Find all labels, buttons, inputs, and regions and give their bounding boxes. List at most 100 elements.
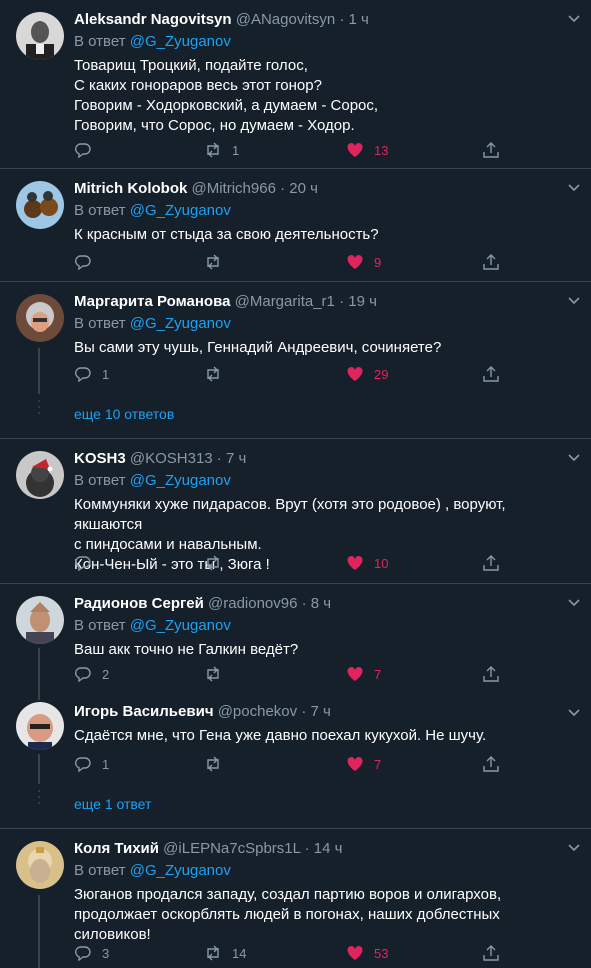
- timestamp[interactable]: · 7 ч: [301, 703, 331, 720]
- thread-dots: [38, 400, 41, 418]
- chevron-down-icon[interactable]: [567, 706, 581, 720]
- author-name[interactable]: Mitrich Kolobok: [74, 180, 187, 197]
- reply-button[interactable]: 1: [74, 364, 109, 384]
- chevron-down-icon[interactable]: [567, 596, 581, 610]
- reply-icon: [75, 367, 91, 383]
- heart-icon: [347, 143, 363, 157]
- author-handle[interactable]: @Mitrich966: [192, 180, 276, 197]
- like-button[interactable]: 29: [346, 364, 388, 384]
- timestamp[interactable]: · 20 ч: [280, 180, 318, 197]
- reply-button[interactable]: [74, 553, 102, 573]
- reply-button[interactable]: [74, 140, 102, 160]
- author-handle[interactable]: @ANagovitsyn: [236, 11, 335, 28]
- author-name[interactable]: Aleksandr Nagovitsyn: [74, 11, 232, 28]
- share-button[interactable]: [482, 364, 510, 384]
- retweet-button[interactable]: [204, 252, 232, 272]
- author-handle[interactable]: @iLEPNa7cSpbrs1L: [163, 840, 300, 857]
- author-name[interactable]: Игорь Васильевич: [74, 703, 214, 720]
- reply-count: 2: [102, 666, 110, 682]
- reply-button[interactable]: 1: [74, 754, 109, 774]
- retweet-button[interactable]: 1: [204, 140, 239, 160]
- tweet[interactable]: Коля Тихий @iLEPNa7cSpbrs1L · 14 ч В отв…: [0, 829, 591, 968]
- reply-icon: [75, 143, 91, 159]
- author-name[interactable]: Маргарита Романова: [74, 293, 230, 310]
- retweet-button[interactable]: [204, 754, 232, 774]
- share-button[interactable]: [482, 943, 510, 963]
- show-more-label[interactable]: еще 1 ответ: [74, 796, 151, 812]
- chevron-down-icon[interactable]: [567, 181, 581, 195]
- retweet-icon: [207, 142, 219, 158]
- share-button[interactable]: [482, 140, 510, 160]
- share-button[interactable]: [482, 553, 510, 573]
- like-button[interactable]: 13: [346, 140, 388, 160]
- reply-button[interactable]: [74, 252, 102, 272]
- share-icon: [483, 142, 499, 158]
- avatar[interactable]: [16, 181, 64, 229]
- share-icon: [483, 945, 499, 961]
- avatar[interactable]: [16, 841, 64, 889]
- retweet-button[interactable]: 14: [204, 943, 246, 963]
- thread-line: [38, 895, 40, 968]
- thread-dots: [38, 790, 41, 808]
- reply-icon: [75, 255, 91, 271]
- tweet[interactable]: Mitrich Kolobok @Mitrich966 · 20 ч В отв…: [0, 169, 591, 282]
- retweet-button[interactable]: [204, 364, 232, 384]
- chevron-down-icon[interactable]: [567, 451, 581, 465]
- retweet-icon: [207, 254, 219, 270]
- author-name[interactable]: KOSH3: [74, 450, 126, 467]
- reply-to-link[interactable]: @G_Zyuganov: [130, 315, 231, 332]
- timestamp[interactable]: · 8 ч: [302, 595, 332, 612]
- author-handle[interactable]: @pochekov: [218, 703, 297, 720]
- retweet-icon: [207, 366, 219, 382]
- author-handle[interactable]: @KOSH313: [130, 450, 213, 467]
- share-button[interactable]: [482, 754, 510, 774]
- heart-icon: [347, 367, 363, 381]
- author-name[interactable]: Коля Тихий: [74, 840, 159, 857]
- retweet-button[interactable]: [204, 664, 232, 684]
- like-button[interactable]: 7: [346, 754, 381, 774]
- timestamp[interactable]: · 14 ч: [305, 840, 343, 857]
- reply-to-link[interactable]: @G_Zyuganov: [130, 862, 231, 879]
- reply-icon: [75, 556, 91, 572]
- reply-context: В ответ @G_Zyuganov: [74, 617, 231, 634]
- reply-to-link[interactable]: @G_Zyuganov: [130, 33, 231, 50]
- show-more-replies[interactable]: еще 1 ответ: [0, 784, 591, 829]
- chevron-down-icon[interactable]: [567, 12, 581, 26]
- like-button[interactable]: 53: [346, 943, 388, 963]
- author-handle[interactable]: @radionov96: [208, 595, 297, 612]
- avatar[interactable]: [16, 294, 64, 342]
- chevron-down-icon[interactable]: [567, 841, 581, 855]
- reply-to-link[interactable]: @G_Zyuganov: [130, 617, 231, 634]
- like-count: 29: [374, 366, 389, 382]
- tweet[interactable]: Маргарита Романова @Margarita_r1 · 19 ч …: [0, 282, 591, 394]
- avatar[interactable]: [16, 12, 64, 60]
- reply-button[interactable]: 2: [74, 664, 109, 684]
- like-button[interactable]: 10: [346, 553, 388, 573]
- author-handle[interactable]: @Margarita_r1: [235, 293, 335, 310]
- show-more-label[interactable]: еще 10 ответов: [74, 406, 174, 422]
- share-icon: [483, 555, 499, 571]
- share-button[interactable]: [482, 664, 510, 684]
- reply-to-link[interactable]: @G_Zyuganov: [130, 472, 231, 489]
- like-button[interactable]: 7: [346, 664, 381, 684]
- avatar[interactable]: [16, 451, 64, 499]
- share-button[interactable]: [482, 252, 510, 272]
- timestamp[interactable]: · 19 ч: [339, 293, 377, 310]
- timestamp[interactable]: · 1 ч: [339, 11, 369, 28]
- avatar[interactable]: [16, 596, 64, 644]
- reply-to-link[interactable]: @G_Zyuganov: [130, 202, 231, 219]
- like-button[interactable]: 9: [346, 252, 381, 272]
- timestamp[interactable]: · 7 ч: [217, 450, 247, 467]
- reply-button[interactable]: 3: [74, 943, 109, 963]
- chevron-down-icon[interactable]: [567, 294, 581, 308]
- tweet[interactable]: Aleksandr Nagovitsyn @ANagovitsyn · 1 ч …: [0, 0, 591, 169]
- like-count: 7: [374, 666, 382, 682]
- avatar[interactable]: [16, 702, 64, 750]
- tweet-text: Ваш акк точно не Галкин ведёт?: [74, 641, 299, 658]
- show-more-replies[interactable]: еще 10 ответов: [0, 394, 591, 439]
- retweet-button[interactable]: [204, 553, 232, 573]
- tweet[interactable]: KOSH3 @KOSH313 · 7 ч В ответ @G_Zyuganov…: [0, 439, 591, 584]
- tweet[interactable]: Игорь Васильевич @pochekov · 7 ч Сдаётся…: [0, 694, 591, 784]
- tweet[interactable]: Радионов Сергей @radionov96 · 8 ч В отве…: [0, 584, 591, 694]
- author-name[interactable]: Радионов Сергей: [74, 595, 204, 612]
